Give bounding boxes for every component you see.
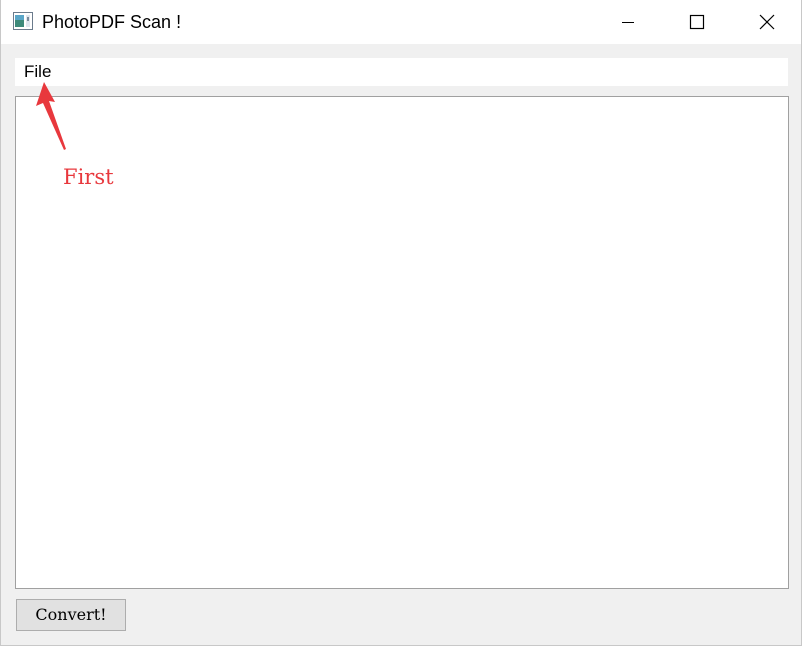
maximize-button[interactable] [663, 0, 733, 44]
title-bar[interactable]: PhotoPDF Scan ! [1, 0, 801, 44]
image-preview-area[interactable] [15, 96, 789, 589]
maximize-icon [689, 14, 705, 30]
close-button[interactable] [732, 0, 802, 44]
close-icon [759, 14, 775, 30]
app-icon [13, 12, 33, 30]
annotation-arrow-icon [36, 82, 66, 150]
app-window: PhotoPDF Scan ! File First Convert! [0, 0, 802, 646]
minimize-icon [622, 22, 634, 23]
menu-bar: File [15, 58, 788, 86]
window-title: PhotoPDF Scan ! [42, 12, 182, 32]
convert-button[interactable]: Convert! [16, 599, 126, 631]
minimize-button[interactable] [593, 0, 663, 44]
annotation-label: First [63, 165, 114, 189]
